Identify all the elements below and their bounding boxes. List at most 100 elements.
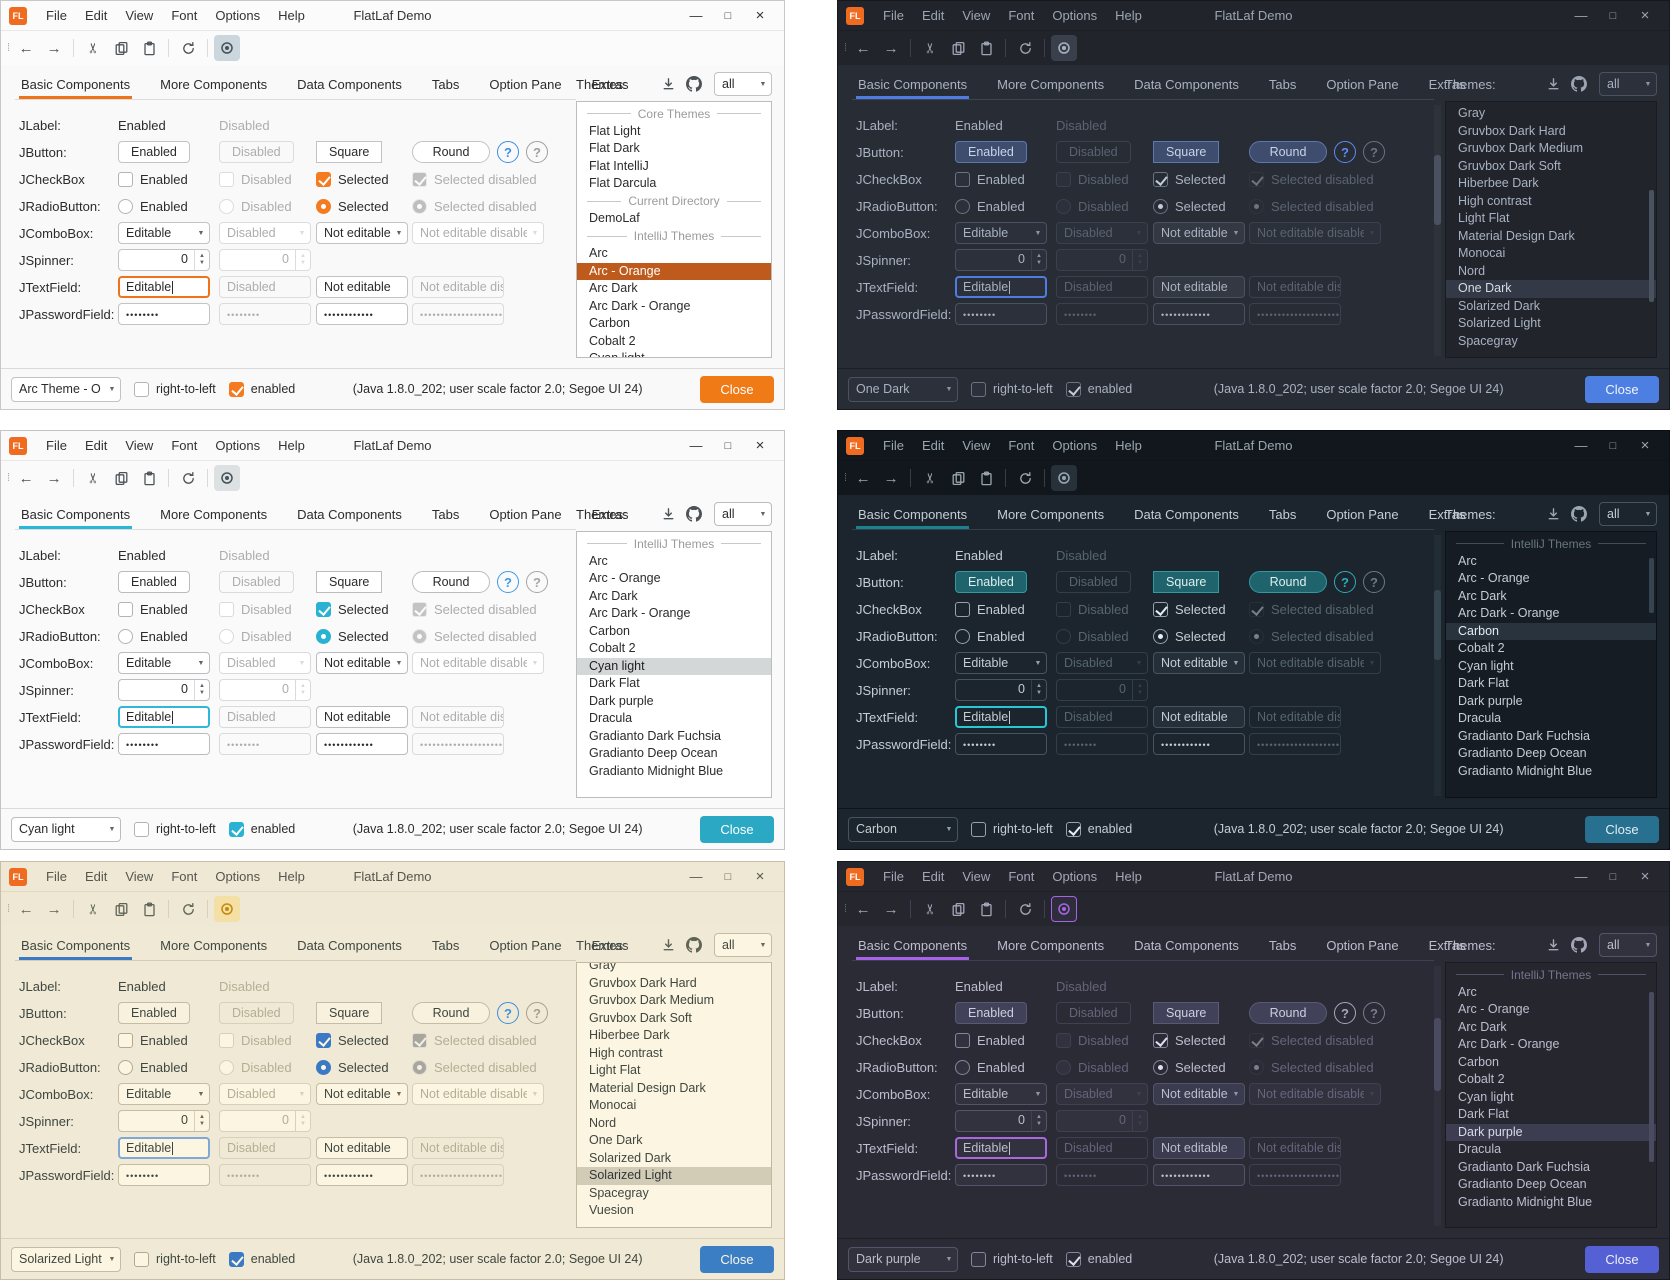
theme-list-item[interactable]: Gradianto Deep Ocean xyxy=(577,745,771,763)
download-theme-button[interactable] xyxy=(1546,507,1561,522)
spinner-enabled[interactable]: 0▲▼ xyxy=(118,679,210,701)
refresh-button[interactable] xyxy=(1012,35,1038,61)
scrollbar-thumb[interactable] xyxy=(1649,992,1654,1162)
round-button[interactable]: Round xyxy=(1249,571,1327,593)
tab-tabs[interactable]: Tabs xyxy=(430,499,461,529)
tab-option-pane[interactable]: Option Pane xyxy=(1324,930,1400,960)
spinner-up-icon[interactable]: ▲ xyxy=(199,253,205,260)
close-window-button[interactable]: × xyxy=(744,431,776,461)
theme-list-item[interactable]: Dark Flat xyxy=(1446,675,1656,693)
theme-list-item[interactable]: Nord xyxy=(1446,263,1656,281)
spinner-down-icon[interactable]: ▼ xyxy=(1036,1121,1042,1128)
tab-basic-components[interactable]: Basic Components xyxy=(856,930,969,960)
combobox-not-editable[interactable]: Not editable▼ xyxy=(316,652,408,674)
menu-item-help[interactable]: Help xyxy=(269,431,314,461)
minimize-button[interactable]: — xyxy=(680,1,712,31)
passwordfield-not-editable[interactable]: •••••••••••• xyxy=(316,733,408,755)
back-button[interactable]: ← xyxy=(850,35,876,61)
theme-list-item[interactable]: Cobalt 2 xyxy=(577,333,771,351)
tab-tabs[interactable]: Tabs xyxy=(430,69,461,99)
menu-item-view[interactable]: View xyxy=(116,431,162,461)
textfield-editable[interactable]: Editable xyxy=(118,706,210,728)
theme-list-item[interactable]: Solarized Dark xyxy=(1446,298,1656,316)
radio-enabled[interactable]: Enabled xyxy=(955,629,1025,644)
tab-basic-components[interactable]: Basic Components xyxy=(856,499,969,529)
theme-combobox[interactable]: Dark purple▼ xyxy=(848,1247,958,1272)
radio-selected[interactable]: Selected xyxy=(316,629,389,644)
tab-data-components[interactable]: Data Components xyxy=(295,499,404,529)
checkbox-selected[interactable]: Selected xyxy=(316,1033,389,1048)
passwordfield-editable[interactable]: •••••••• xyxy=(118,303,210,325)
theme-list-item[interactable]: Monocai xyxy=(1446,245,1656,263)
download-theme-button[interactable] xyxy=(1546,77,1561,92)
enabled-button[interactable]: Enabled xyxy=(118,571,190,593)
combobox-editable[interactable]: Editable▼ xyxy=(118,652,210,674)
spinner-enabled[interactable]: 0▲▼ xyxy=(955,679,1047,701)
menu-item-options[interactable]: Options xyxy=(1043,1,1106,31)
radio-enabled[interactable]: Enabled xyxy=(955,1060,1025,1075)
theme-list-item[interactable]: High contrast xyxy=(1446,193,1656,211)
theme-combobox[interactable]: One Dark▼ xyxy=(848,377,958,402)
square-button[interactable]: Square xyxy=(1153,571,1219,593)
passwordfield-editable[interactable]: •••••••• xyxy=(955,303,1047,325)
theme-combobox[interactable]: Carbon▼ xyxy=(848,817,958,842)
theme-list-item[interactable]: Flat IntelliJ xyxy=(577,158,771,176)
radio-selected[interactable]: Selected xyxy=(1153,629,1226,644)
github-link-button[interactable] xyxy=(686,506,702,522)
refresh-button[interactable] xyxy=(1012,896,1038,922)
theme-list-item[interactable]: Gruvbox Dark Soft xyxy=(577,1010,771,1028)
theme-list-item[interactable]: Gray xyxy=(1446,105,1656,123)
tab-data-components[interactable]: Data Components xyxy=(295,69,404,99)
spinner-enabled[interactable]: 0▲▼ xyxy=(955,1110,1047,1132)
menu-item-font[interactable]: Font xyxy=(162,1,206,31)
textfield-editable[interactable]: Editable xyxy=(955,276,1047,298)
menu-item-file[interactable]: File xyxy=(874,1,913,31)
theme-list-item[interactable]: Arc xyxy=(1446,984,1656,1002)
menu-item-edit[interactable]: Edit xyxy=(913,1,953,31)
paste-button[interactable] xyxy=(136,896,162,922)
menu-item-font[interactable]: Font xyxy=(999,1,1043,31)
theme-list-item[interactable]: Dracula xyxy=(1446,710,1656,728)
round-button[interactable]: Round xyxy=(412,1002,490,1024)
copy-button[interactable] xyxy=(945,896,971,922)
theme-list-item[interactable]: Dracula xyxy=(577,710,771,728)
copy-button[interactable] xyxy=(108,896,134,922)
menu-item-file[interactable]: File xyxy=(874,431,913,461)
close-window-button[interactable]: × xyxy=(1629,1,1661,31)
passwordfield-not-editable[interactable]: •••••••••••• xyxy=(1153,733,1245,755)
maximize-button[interactable]: □ xyxy=(712,862,744,892)
inspect-toggle-button[interactable] xyxy=(214,35,240,61)
theme-list-item[interactable]: Gradianto Midnight Blue xyxy=(1446,763,1656,781)
theme-list-scrollbar[interactable] xyxy=(1649,105,1654,354)
theme-list-item[interactable]: Carbon xyxy=(1446,1054,1656,1072)
menu-item-view[interactable]: View xyxy=(953,862,999,892)
radio-selected[interactable]: Selected xyxy=(316,1060,389,1075)
spinner-up-icon[interactable]: ▲ xyxy=(1036,253,1042,260)
scrollbar-thumb[interactable] xyxy=(1649,190,1654,302)
radio-enabled[interactable]: Enabled xyxy=(118,199,188,214)
spinner-down-icon[interactable]: ▼ xyxy=(199,1121,205,1128)
scrollbar-thumb[interactable] xyxy=(1434,590,1441,660)
theme-list-item[interactable]: Arc - Orange xyxy=(1446,1001,1656,1019)
forward-button[interactable]: → xyxy=(878,35,904,61)
menu-item-options[interactable]: Options xyxy=(206,1,269,31)
download-theme-button[interactable] xyxy=(661,507,676,522)
help-button-secondary[interactable]: ? xyxy=(526,571,548,593)
round-button[interactable]: Round xyxy=(412,571,490,593)
enabled-checkbox[interactable]: enabled xyxy=(229,1252,296,1267)
tab-data-components[interactable]: Data Components xyxy=(1132,930,1241,960)
theme-list-item[interactable]: Flat Dark xyxy=(577,140,771,158)
forward-button[interactable]: → xyxy=(41,896,67,922)
theme-list-item[interactable]: Gradianto Dark Fuchsia xyxy=(1446,1159,1656,1177)
theme-list-item[interactable]: Solarized Light xyxy=(1446,315,1656,333)
theme-list-item[interactable]: Dark Flat xyxy=(1446,1106,1656,1124)
square-button[interactable]: Square xyxy=(316,1002,382,1024)
radio-enabled[interactable]: Enabled xyxy=(118,629,188,644)
checkbox-enabled[interactable]: Enabled xyxy=(118,1033,188,1048)
tab-more-components[interactable]: More Components xyxy=(995,930,1106,960)
passwordfield-not-editable[interactable]: •••••••••••• xyxy=(316,303,408,325)
tab-more-components[interactable]: More Components xyxy=(158,499,269,529)
refresh-button[interactable] xyxy=(175,896,201,922)
theme-list-item[interactable]: Gradianto Midnight Blue xyxy=(577,763,771,781)
github-link-button[interactable] xyxy=(1571,506,1587,522)
